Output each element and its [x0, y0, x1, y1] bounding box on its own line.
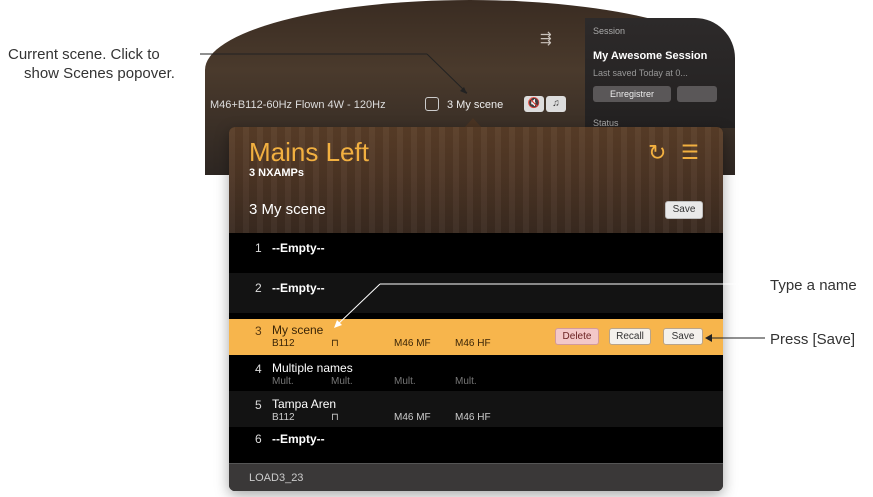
- delete-button[interactable]: Delete: [555, 328, 599, 345]
- scene-number: 4: [255, 362, 262, 376]
- reload-icon[interactable]: ↻: [648, 141, 666, 165]
- scenes-popover: Mains Left 3 NXAMPs ↻ ☰ 3 My scene Save …: [229, 127, 723, 491]
- recall-button[interactable]: Recall: [609, 328, 651, 345]
- scene-col-4: M46 HF: [455, 338, 491, 349]
- popover-footer: LOAD3_23: [229, 463, 723, 491]
- current-scene-title: 3 My scene: [249, 201, 326, 218]
- scene-col-1: B112: [272, 338, 295, 349]
- session-name: My Awesome Session: [593, 50, 708, 62]
- scene-number: 3: [255, 324, 262, 338]
- scene-col-4: Mult.: [455, 376, 477, 387]
- current-scene-button[interactable]: 3 My scene: [447, 99, 503, 111]
- scene-col-4: M46 HF: [455, 412, 491, 423]
- scene-name: --Empty--: [272, 432, 325, 446]
- scene-col-2: Mult.: [331, 376, 353, 387]
- scene-name: --Empty--: [272, 241, 325, 255]
- scene-row-3-selected[interactable]: 3 My scene B112 ⊓ M46 MF M46 HF Delete R…: [229, 319, 723, 355]
- headphones-icon[interactable]: ♫: [546, 96, 566, 112]
- filter-icon[interactable]: ☰: [681, 141, 699, 165]
- scene-col-1: B112: [272, 412, 295, 423]
- scene-row-6[interactable]: 6 --Empty--: [229, 427, 723, 457]
- scene-name: Multiple names: [272, 361, 353, 375]
- annotation-current-scene-line1: Current scene. Click to: [8, 46, 160, 63]
- scene-col-3: Mult.: [394, 376, 416, 387]
- mute-icon[interactable]: 🔇: [524, 96, 544, 112]
- sliders-icon[interactable]: ⇶: [540, 30, 552, 47]
- scene-row-1[interactable]: 1 --Empty--: [229, 233, 723, 273]
- scene-list: 1 --Empty-- 2 --Empty-- 3 My scene B112 …: [229, 233, 723, 457]
- scene-number: 6: [255, 432, 262, 446]
- background-menu: Recap Control: [265, 4, 323, 14]
- annotation-current-scene: Current scene. Click to show Scenes popo…: [8, 45, 175, 83]
- scene-name: Tampa Aren: [272, 397, 337, 411]
- popover-subtitle: 3 NXAMPs: [249, 167, 305, 179]
- group-toolbar: M46+B112-60Hz Flown 4W - 120Hz 3 My scen…: [210, 93, 590, 118]
- speaker-icon: ⊓: [331, 338, 339, 349]
- session-save-button[interactable]: Enregistrer: [593, 86, 671, 102]
- scene-col-3: M46 MF: [394, 338, 431, 349]
- scene-name-input[interactable]: My scene: [272, 323, 323, 337]
- annotation-type-name: Type a name: [770, 277, 857, 294]
- annotation-current-scene-line2: show Scenes popover.: [24, 65, 175, 82]
- scene-row-2[interactable]: 2 --Empty--: [229, 273, 723, 313]
- annotation-press-save: Press [Save]: [770, 331, 856, 348]
- session-panel: Session My Awesome Session Last saved To…: [585, 18, 735, 128]
- scene-row-4[interactable]: 4 Multiple names Mult. Mult. Mult. Mult.: [229, 355, 723, 391]
- scene-name: --Empty--: [272, 281, 325, 295]
- session-header: Session: [593, 26, 626, 36]
- popover-title: Mains Left: [249, 137, 369, 167]
- preset-label: M46+B112-60Hz Flown 4W - 120Hz: [210, 99, 386, 111]
- scene-number: 5: [255, 398, 262, 412]
- session-saved: Last saved Today at 0...: [593, 68, 688, 78]
- footer-load-label: LOAD3_23: [249, 472, 304, 484]
- scene-number: 1: [255, 241, 262, 255]
- scene-col-1: Mult.: [272, 376, 294, 387]
- scene-icon[interactable]: [425, 97, 439, 111]
- header-save-button[interactable]: Save: [665, 201, 703, 219]
- scene-row-5[interactable]: 5 Tampa Aren B112 ⊓ M46 MF M46 HF: [229, 391, 723, 427]
- row-save-button[interactable]: Save: [663, 328, 703, 345]
- scene-number: 2: [255, 281, 262, 295]
- popover-header: Mains Left 3 NXAMPs ↻ ☰ 3 My scene Save: [229, 127, 723, 233]
- speaker-icon: ⊓: [331, 412, 339, 423]
- session-secondary-button[interactable]: [677, 86, 717, 102]
- scene-col-3: M46 MF: [394, 412, 431, 423]
